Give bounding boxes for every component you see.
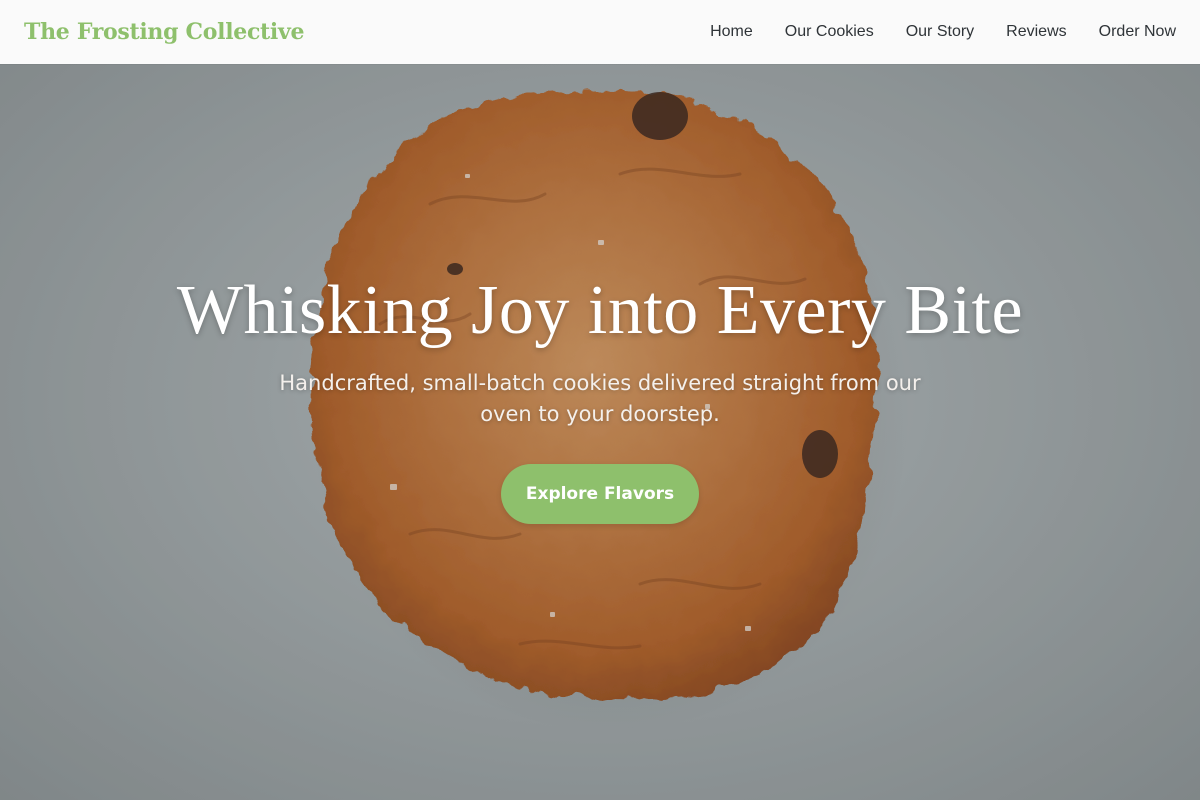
hero-title: Whisking Joy into Every Bite [176, 272, 1024, 349]
nav-link-order-now[interactable]: Order Now [1099, 23, 1176, 41]
hero-section: Whisking Joy into Every Bite Handcrafted… [0, 64, 1200, 800]
nav-link-home[interactable]: Home [710, 23, 753, 41]
hero-content: Whisking Joy into Every Bite Handcrafted… [0, 274, 1200, 524]
landing-page: The Frosting Collective Home Our Cookies… [0, 0, 1200, 800]
site-header: The Frosting Collective Home Our Cookies… [0, 0, 1200, 64]
nav-link-reviews[interactable]: Reviews [1006, 23, 1066, 41]
main-nav: Home Our Cookies Our Story Reviews Order… [710, 23, 1176, 41]
nav-link-our-story[interactable]: Our Story [906, 23, 974, 41]
hero-subtitle: Handcrafted, small-batch cookies deliver… [279, 370, 921, 426]
brand-logo-link[interactable]: The Frosting Collective [24, 19, 304, 45]
nav-link-our-cookies[interactable]: Our Cookies [785, 23, 874, 41]
explore-flavors-button[interactable]: Explore Flavors [501, 463, 699, 524]
